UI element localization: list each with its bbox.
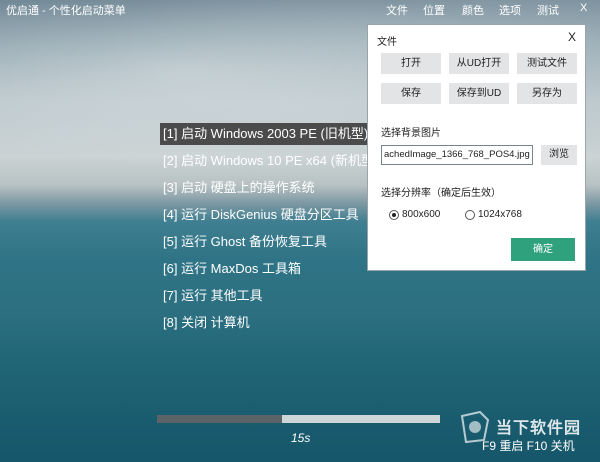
boot-item-2[interactable]: [2] 启动 Windows 10 PE x64 (新机型) — [160, 150, 381, 172]
ok-button[interactable]: 确定 — [511, 238, 575, 261]
menu-position[interactable]: 位置 — [423, 2, 445, 18]
window-close-button[interactable]: X — [580, 2, 587, 14]
watermark-logo-icon — [460, 410, 490, 444]
menu-file[interactable]: 文件 — [386, 2, 408, 18]
menu-options[interactable]: 选项 — [499, 2, 521, 18]
boot-item-6[interactable]: [6] 运行 MaxDos 工具箱 — [160, 258, 304, 280]
resolution-1024-label: 1024x768 — [478, 209, 522, 220]
file-dialog: 文件 X 打开 从UD打开 测试文件 保存 保存到UD 另存为 选择背景图片 a… — [367, 24, 586, 271]
open-button[interactable]: 打开 — [381, 53, 441, 74]
boot-item-1[interactable]: [1] 启动 Windows 2003 PE (旧机型) — [160, 123, 372, 145]
boot-item-7[interactable]: [7] 运行 其他工具 — [160, 285, 266, 307]
watermark-brand: 当下软件园 — [496, 420, 582, 437]
resolution-800-label: 800x600 — [402, 209, 441, 220]
app-title: 优启通 - 个性化启动菜单 — [6, 5, 126, 17]
browse-button[interactable]: 浏览 — [541, 145, 577, 165]
resolution-800-radio[interactable] — [389, 210, 399, 220]
test-file-button[interactable]: 测试文件 — [517, 53, 577, 74]
dialog-close-button[interactable]: X — [568, 30, 576, 44]
menu-color[interactable]: 颜色 — [462, 2, 484, 18]
title-bar: 优启通 - 个性化启动菜单 文件 位置 颜色 选项 测试 X — [0, 0, 600, 18]
resolution-label: 选择分辨率（确定后生效） — [381, 188, 501, 199]
save-button[interactable]: 保存 — [381, 83, 441, 104]
save-to-ud-button[interactable]: 保存到UD — [449, 83, 509, 104]
dialog-title: 文件 — [377, 37, 397, 48]
boot-item-4[interactable]: [4] 运行 DiskGenius 硬盘分区工具 — [160, 204, 362, 226]
resolution-1024-radio[interactable] — [465, 210, 475, 220]
countdown-progress-bar — [157, 415, 440, 423]
save-as-button[interactable]: 另存为 — [517, 83, 577, 104]
open-from-ud-button[interactable]: 从UD打开 — [449, 53, 509, 74]
boot-item-8[interactable]: [8] 关闭 计算机 — [160, 312, 253, 334]
boot-item-3[interactable]: [3] 启动 硬盘上的操作系统 — [160, 177, 318, 199]
menu-test[interactable]: 测试 — [537, 2, 559, 18]
bg-image-label: 选择背景图片 — [381, 128, 441, 139]
watermark: 当下软件园 — [458, 410, 588, 450]
bg-image-path-field[interactable]: achedImage_1366_768_POS4.jpg — [381, 145, 533, 165]
progress-fill — [157, 415, 282, 423]
countdown-timer: 15s — [291, 431, 311, 445]
boot-item-5[interactable]: [5] 运行 Ghost 备份恢复工具 — [160, 231, 330, 253]
